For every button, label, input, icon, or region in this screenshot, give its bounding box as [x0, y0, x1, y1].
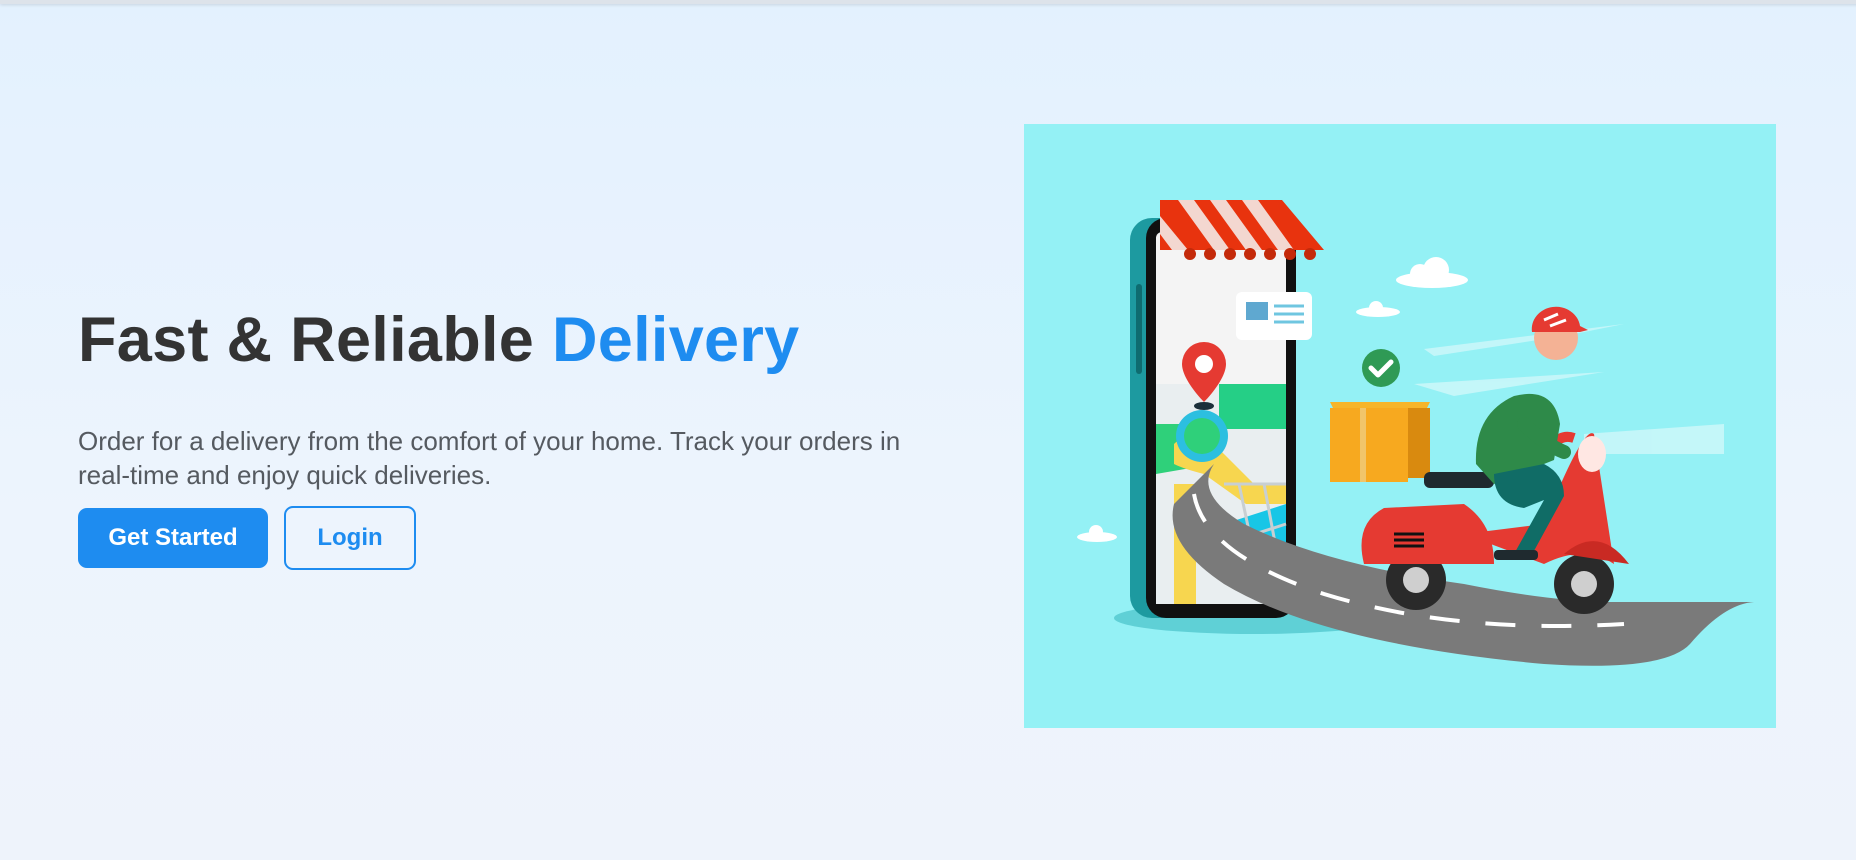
checkmark-icon: [1362, 349, 1400, 387]
get-started-button[interactable]: Get Started: [78, 508, 268, 568]
hero-text-section: Fast & Reliable Delivery Order for a del…: [78, 300, 938, 570]
hero-description: Order for a delivery from the comfort of…: [78, 426, 901, 490]
headline-accent-text: Delivery: [551, 305, 800, 375]
package-icon: [1330, 402, 1430, 482]
top-border: [0, 0, 1868, 4]
headline-main-text: Fast & Reliable: [78, 305, 552, 375]
hero-headline: Fast & Reliable Delivery: [78, 300, 938, 380]
scrollbar-gutter: [1856, 0, 1868, 860]
hero-actions: Get Started Login: [78, 506, 938, 570]
login-button[interactable]: Login: [284, 506, 416, 570]
delivery-illustration: [1024, 124, 1776, 728]
